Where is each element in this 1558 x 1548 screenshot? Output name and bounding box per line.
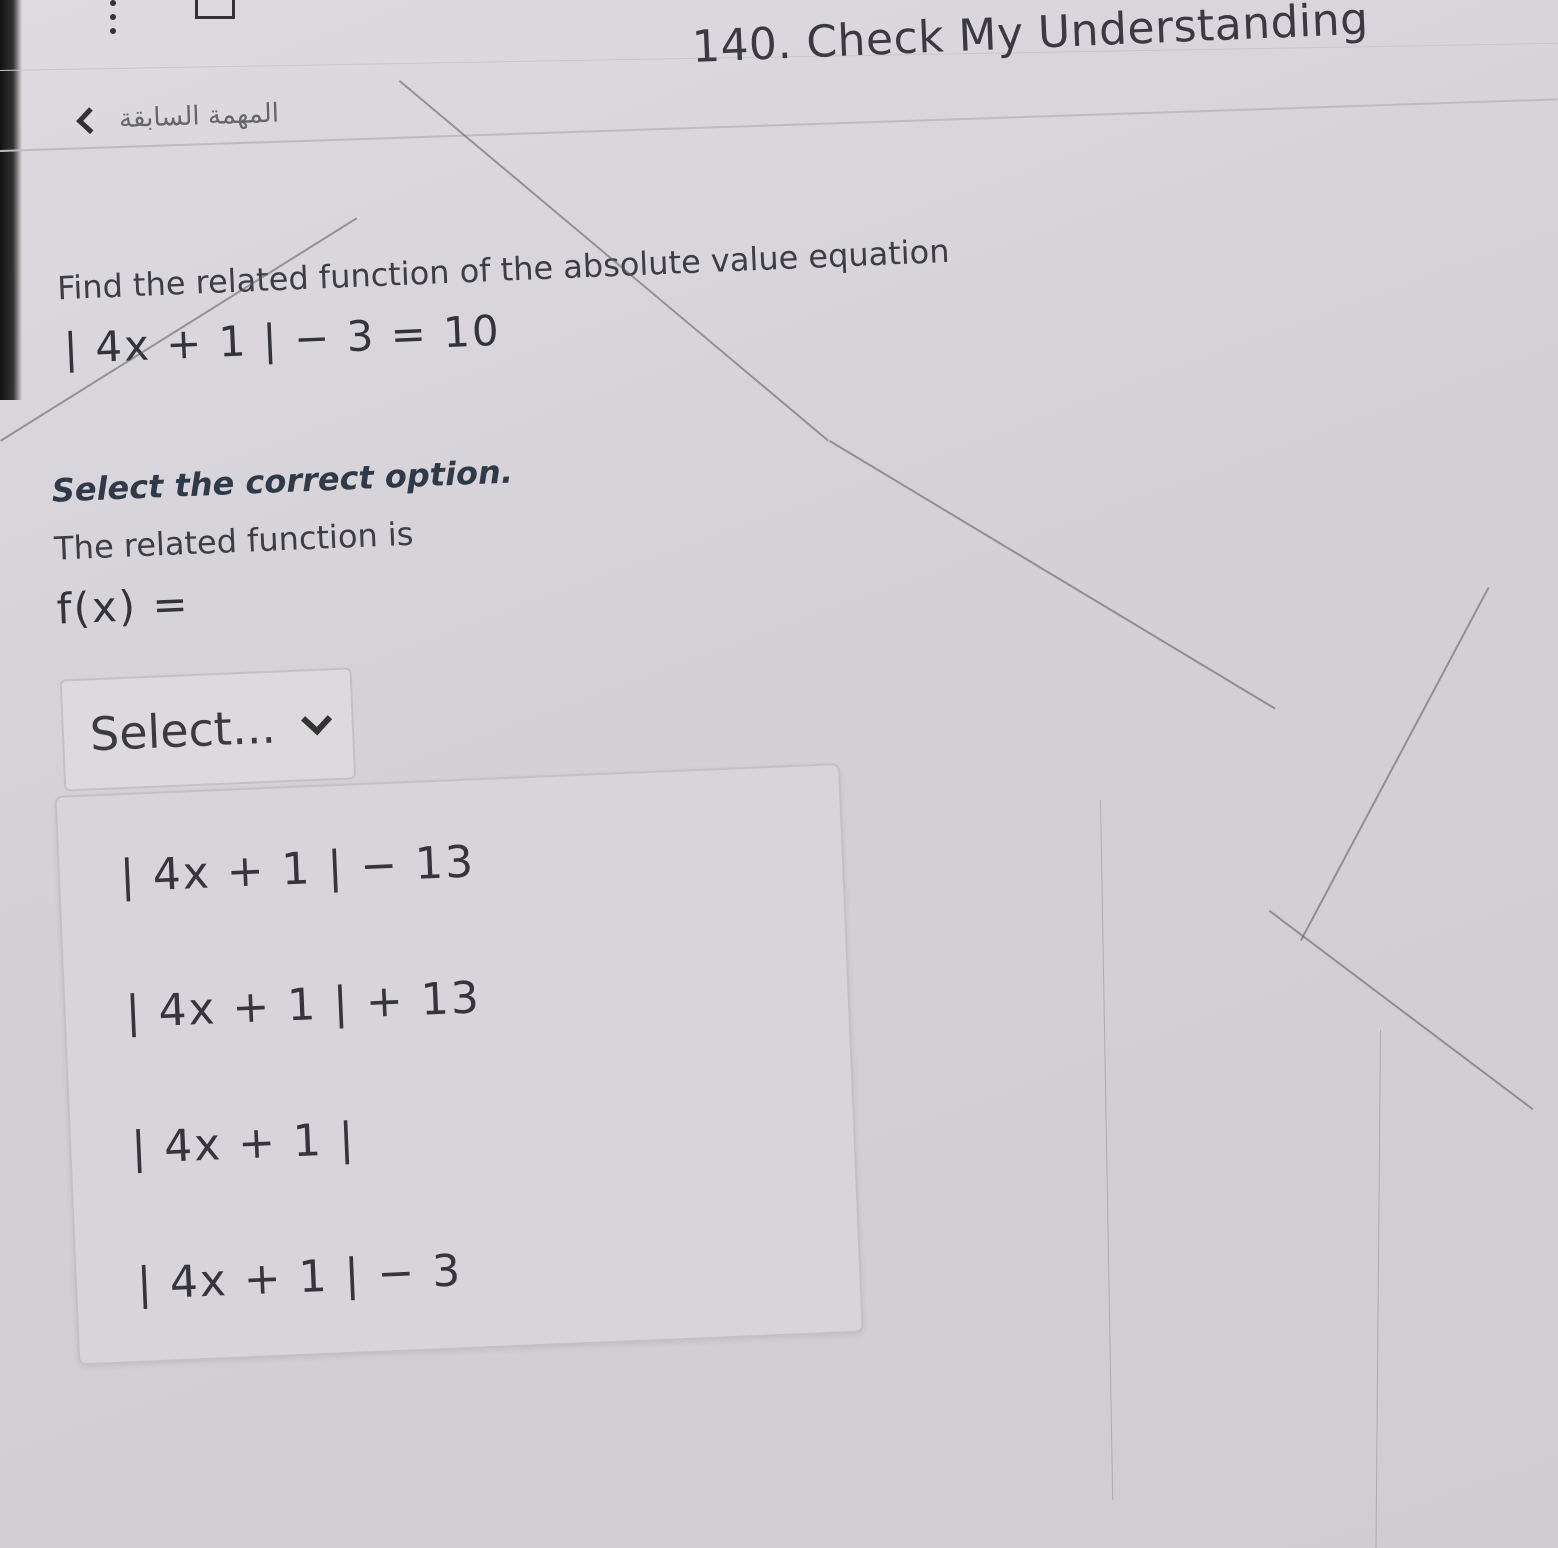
screen-crack [828,440,1276,710]
question-prompt: Find the related function of the absolut… [56,231,951,308]
bookmark-icon[interactable] [195,0,235,19]
instruction-text: Select the correct option. [50,452,514,510]
screen-crack [1375,1030,1381,1548]
kebab-menu-icon[interactable] [110,0,118,34]
answer-lead-text: The related function is [53,514,415,568]
page-title: 140. Check My Understanding [690,0,1370,73]
option-item[interactable]: | 4x + 1 | − 3 [136,1245,463,1310]
function-select[interactable]: Select... [59,667,357,792]
question-content: Find the related function of the absolut… [40,168,1039,1366]
back-label: المهمة السابقة [118,98,280,135]
select-placeholder: Select... [88,699,277,762]
top-toolbar [40,0,600,34]
screen-crack [1300,586,1490,941]
chevron-down-icon [301,704,333,736]
chevron-left-icon [76,106,103,134]
back-to-previous-task[interactable]: المهمة السابقة [76,98,280,136]
bezel-edge [0,0,22,400]
option-item[interactable]: | 4x + 1 | [130,1114,356,1174]
option-item[interactable]: | 4x + 1 | + 13 [125,972,482,1038]
option-item[interactable]: | 4x + 1 | − 13 [119,836,476,902]
screen-crack [1100,799,1114,1500]
screen-crack [1268,910,1534,1111]
function-label: f(x) = [55,579,191,634]
dropdown-options-list: | 4x + 1 | − 13 | 4x + 1 | + 13 | 4x + 1… [54,762,864,1366]
page: المهمة السابقة 140. Check My Understandi… [0,0,1558,1548]
question-equation: | 4x + 1 | − 3 = 10 [62,305,502,374]
